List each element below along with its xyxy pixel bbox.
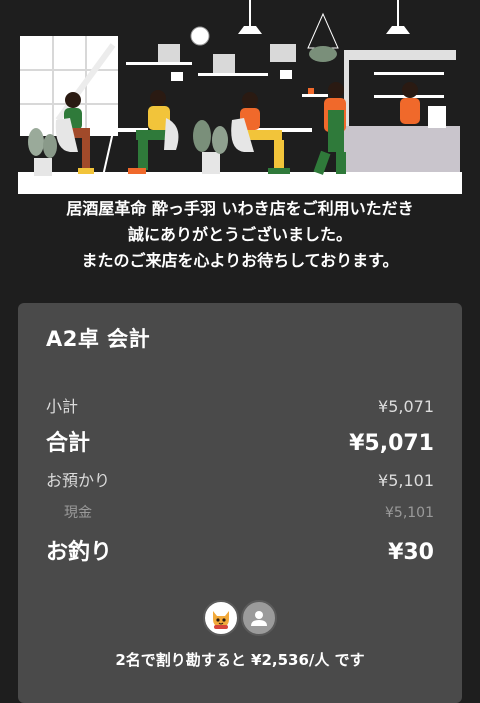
change-label: お釣り — [46, 540, 113, 565]
thank-you-line-2: 誠にありがとうございました。 — [127, 225, 352, 244]
total-row: 合計 ¥5,071 — [46, 425, 434, 457]
thank-you-message: 居酒屋革命 酔っ手羽 いわき店をご利用いただき 誠にありがとうございました。 ま… — [0, 196, 480, 274]
cash-label: 現金 — [64, 505, 92, 521]
deposit-value: ¥5,101 — [378, 471, 434, 490]
receipt-card: A2卓 会計 小計 ¥5,071 合計 ¥5,071 お預かり ¥5,101 現… — [18, 303, 462, 703]
total-label: 合計 — [46, 431, 91, 456]
deposit-row: お預かり ¥5,101 — [46, 467, 434, 491]
total-value: ¥5,071 — [349, 431, 434, 456]
user-icon[interactable] — [241, 600, 277, 636]
subtotal-row: 小計 ¥5,071 — [46, 393, 434, 417]
table-bill-title: A2卓 会計 — [46, 327, 151, 351]
cat-mascot-icon[interactable] — [203, 600, 239, 636]
change-row: お釣り ¥30 — [46, 534, 434, 566]
split-bill-text: 2名で割り勘すると ¥2,536/人 です — [115, 651, 365, 669]
split-avatars — [18, 600, 462, 636]
deposit-label: お預かり — [46, 471, 111, 490]
subtotal-label: 小計 — [46, 397, 79, 416]
change-value: ¥30 — [388, 540, 434, 565]
subtotal-value: ¥5,071 — [378, 397, 434, 416]
cash-row: 現金 ¥5,101 — [46, 502, 434, 522]
thank-you-line-3: またのご来店を心よりお待ちしております。 — [81, 251, 399, 270]
cash-value: ¥5,101 — [385, 505, 434, 521]
restaurant-illustration — [18, 0, 462, 196]
thank-you-line-1: 居酒屋革命 酔っ手羽 いわき店をご利用いただき — [66, 199, 414, 218]
